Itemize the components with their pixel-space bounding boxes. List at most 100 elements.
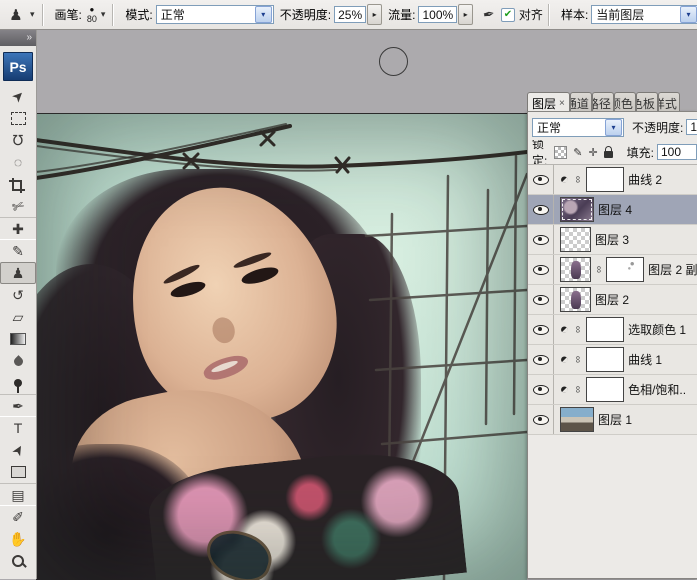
visibility-toggle[interactable] [528, 225, 554, 254]
gradient-tool[interactable] [0, 328, 36, 350]
tab-3[interactable]: 颜色 [614, 92, 636, 111]
quick-selection-tool[interactable]: ◌ [0, 151, 36, 173]
move-tool[interactable]: ➤ [0, 85, 36, 107]
type-tool[interactable]: T [0, 417, 36, 439]
flow-spinner-icon[interactable]: ▸ [458, 4, 473, 25]
blend-mode-select[interactable]: 正常 ▾ [156, 5, 274, 24]
layer-name[interactable]: 曲线 1 [628, 351, 662, 368]
layer-name[interactable]: 图层 3 [595, 231, 629, 248]
opacity-input[interactable]: 25% [334, 6, 366, 23]
history-brush-tool[interactable]: ↺ [0, 284, 36, 306]
zoom-tool[interactable] [0, 550, 36, 572]
layer-name[interactable]: 图层 2 [595, 291, 629, 308]
layer-mask-thumbnail[interactable] [586, 167, 624, 192]
flow-input[interactable]: 100% [418, 6, 457, 23]
layer-thumbnail[interactable] [560, 227, 591, 252]
path-selection-tool[interactable]: ➤ [0, 439, 36, 461]
visibility-toggle[interactable] [528, 315, 554, 344]
chevron-down-icon[interactable]: ▾ [255, 6, 272, 23]
layer-thumbnail[interactable] [560, 287, 591, 312]
link-icon[interactable]: ∞ [572, 385, 583, 394]
visibility-toggle[interactable] [528, 405, 554, 434]
sample-select[interactable]: 当前图层 ▾ [591, 5, 697, 24]
document-canvas[interactable] [36, 113, 527, 580]
layer-name[interactable]: 色相/饱和.. [628, 381, 686, 398]
notes-tool[interactable]: ▤ [0, 483, 36, 506]
tab-4[interactable]: 色板 [636, 92, 658, 111]
tab-1[interactable]: 通道 [570, 92, 592, 111]
brush-tool[interactable]: ✎ [0, 240, 36, 262]
tab-2[interactable]: 路径 [592, 92, 614, 111]
layer-row[interactable]: ∞ 图层 2 副本 [528, 255, 697, 285]
brush-preset-picker[interactable]: ● 80 [87, 6, 97, 24]
layer-row[interactable]: ◐∞ 曲线 2 [528, 165, 697, 195]
layer-row[interactable]: ◐∞ 曲线 1 [528, 345, 697, 375]
clone-stamp-tool[interactable]: ♟ [0, 262, 36, 284]
layer-name[interactable]: 图层 2 副本 [648, 261, 697, 278]
lock-all-icon[interactable] [604, 151, 613, 158]
eraser-tool[interactable]: ▱ [0, 306, 36, 328]
crop-tool[interactable] [0, 173, 36, 195]
shape-rect-tool[interactable] [0, 461, 36, 483]
chevron-down-icon[interactable]: ▾ [605, 119, 622, 136]
fill-input[interactable]: 100 [657, 144, 697, 160]
tool-preset-caret-icon[interactable]: ▾ [30, 9, 35, 20]
healing-brush-tool[interactable]: ✚ [0, 217, 36, 240]
brush-picker-caret-icon[interactable]: ▾ [101, 9, 106, 20]
link-icon[interactable]: ∞ [572, 325, 583, 334]
eyedropper-tool[interactable]: ✐ [0, 506, 36, 528]
link-icon[interactable]: ∞ [593, 266, 604, 273]
layer-mask-thumbnail[interactable] [586, 347, 624, 372]
layer-blend-mode-select[interactable]: 正常 ▾ [532, 118, 624, 137]
chevron-down-icon[interactable]: ▾ [680, 6, 697, 23]
adjustment-layer-icon[interactable]: ◐ [556, 171, 573, 188]
visibility-toggle[interactable] [528, 375, 554, 404]
layer-row[interactable]: ◐∞ 选取颜色 1 [528, 315, 697, 345]
adjustment-layer-icon[interactable]: ◐ [556, 381, 573, 398]
visibility-toggle[interactable] [528, 195, 554, 224]
lock-move-icon[interactable]: ✛ [588, 146, 597, 159]
adjustment-layer-icon[interactable]: ◐ [556, 321, 573, 338]
dodge-tool[interactable] [0, 372, 36, 394]
blur-tool[interactable] [0, 350, 36, 372]
lock-transparency-icon[interactable] [554, 146, 567, 159]
layer-name[interactable]: 选取颜色 1 [628, 321, 686, 338]
layer-row[interactable]: 图层 1 [528, 405, 697, 435]
layer-thumbnail[interactable] [560, 407, 594, 432]
link-icon[interactable]: ∞ [572, 355, 583, 364]
close-icon[interactable]: × [559, 98, 565, 109]
visibility-toggle[interactable] [528, 165, 554, 194]
clone-stamp-icon[interactable]: ♟ [4, 4, 28, 26]
tab-layers[interactable]: 图层× [527, 92, 570, 111]
layer-row[interactable]: 图层 2 [528, 285, 697, 315]
layer-mask-thumbnail[interactable] [586, 377, 624, 402]
pen-tool[interactable]: ✒ [0, 394, 36, 417]
marquee-tool[interactable] [0, 107, 36, 129]
hand-tool[interactable]: ✋ [0, 528, 36, 550]
layer-row[interactable]: 图层 3 [528, 225, 697, 255]
layer-name[interactable]: 图层 4 [598, 201, 632, 218]
slice-tool[interactable]: ✄ [0, 195, 36, 217]
visibility-toggle[interactable] [528, 285, 554, 314]
layer-thumbnail[interactable] [560, 257, 591, 282]
layer-thumbnail[interactable] [560, 197, 594, 222]
tool-palette: » Ps ➤℧◌✄✚✎♟↺▱✒T➤▤✐✋ [0, 29, 37, 579]
layer-row[interactable]: ◐∞ 色相/饱和.. [528, 375, 697, 405]
layer-opacity-input[interactable]: 100 [686, 119, 697, 135]
palette-collapse-bar[interactable]: » [0, 29, 36, 46]
layer-mask-thumbnail[interactable] [586, 317, 624, 342]
layer-name[interactable]: 曲线 2 [628, 171, 662, 188]
tab-5[interactable]: 样式 [658, 92, 680, 111]
adjustment-layer-icon[interactable]: ◐ [556, 351, 573, 368]
visibility-toggle[interactable] [528, 255, 554, 284]
layer-row[interactable]: 图层 4 [528, 195, 697, 225]
lasso-tool[interactable]: ℧ [0, 129, 36, 151]
opacity-spinner-icon[interactable]: ▸ [367, 4, 382, 25]
link-icon[interactable]: ∞ [572, 175, 583, 184]
visibility-toggle[interactable] [528, 345, 554, 374]
layer-mask-thumbnail[interactable] [606, 257, 644, 282]
layer-name[interactable]: 图层 1 [598, 411, 632, 428]
airbrush-icon[interactable]: ✒ [482, 5, 497, 24]
lock-paint-icon[interactable]: ✎ [573, 146, 582, 159]
align-checkbox[interactable]: ✔ [501, 8, 515, 22]
